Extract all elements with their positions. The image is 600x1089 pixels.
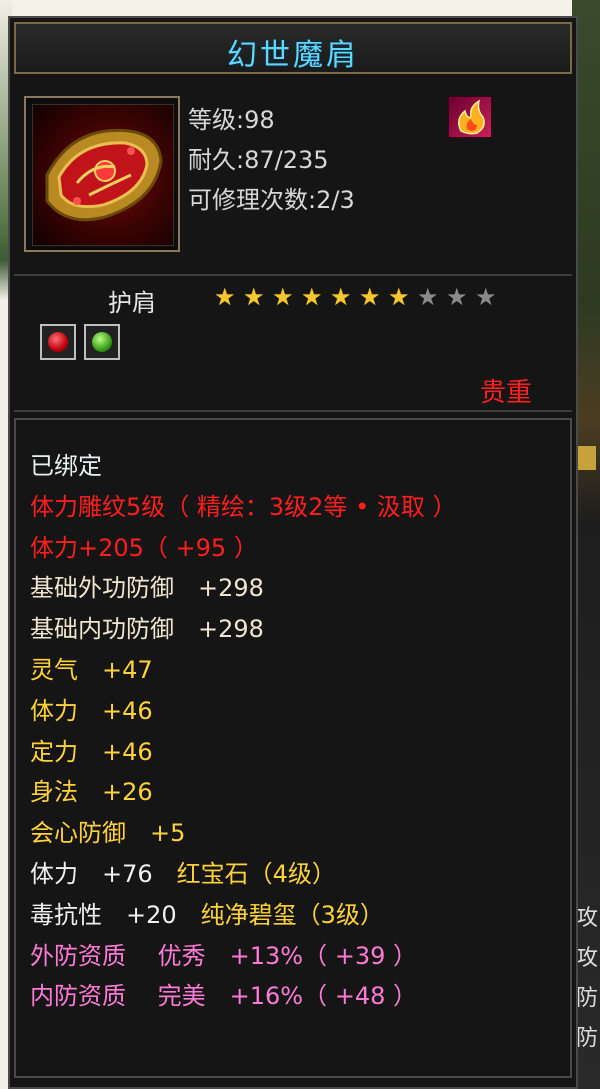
attribute-line: 基础外功防御 +298	[30, 568, 264, 603]
item-icon-frame	[24, 96, 180, 252]
title-bar: 幻世魔肩	[14, 22, 572, 74]
background-char: 攻	[576, 906, 599, 931]
attribute-text: 身法 +26	[30, 778, 153, 807]
star-empty-icon: ★	[417, 283, 439, 311]
flame-emblem-icon	[448, 96, 492, 138]
shoulder-armor-icon	[32, 104, 174, 246]
attribute-text: 体力雕纹5级（ 精绘：3级2等 • 汲取 ）	[30, 492, 457, 521]
attribute-line: 毒抗性 +20 纯净碧玺（3级）	[30, 895, 384, 930]
item-repair-count: 可修理次数:2/3	[188, 186, 355, 214]
item-type-label: 护肩	[108, 289, 156, 317]
star-filled-icon: ★	[243, 283, 265, 311]
attribute-text: 会心防御 +5	[30, 819, 186, 848]
attribute-text: 灵气 +47	[30, 656, 153, 684]
gem-name-text: 红宝石（4级）	[176, 860, 336, 888]
attribute-line: 外防资质 优秀 +13%（ +39 ）	[30, 936, 417, 971]
background-gold-strip	[578, 446, 596, 470]
gem-name-text: 纯净碧玺（3级）	[200, 900, 384, 929]
star-filled-icon: ★	[359, 283, 381, 311]
star-filled-icon: ★	[330, 283, 352, 311]
rarity-label: 贵重	[480, 378, 533, 408]
attribute-line: 体力雕纹5级（ 精绘：3级2等 • 汲取 ）	[30, 487, 456, 522]
attribute-line: 内防资质 完美 +16%（ +48 ）	[30, 976, 417, 1011]
attribute-text: 基础外功防御 +298	[30, 574, 264, 603]
attribute-line: 已绑定	[30, 446, 102, 481]
star-empty-icon: ★	[475, 283, 497, 311]
attribute-text: 定力 +46	[30, 737, 153, 766]
star-filled-icon: ★	[388, 283, 410, 311]
background-char: 防	[576, 1026, 599, 1051]
attribute-text: 体力+205（ +95 ）	[30, 533, 258, 562]
attribute-line: 会心防御 +5	[30, 813, 185, 848]
red-gem-icon	[48, 332, 68, 352]
attribute-text: 外防资质 优秀 +13%（ +39 ）	[30, 941, 417, 970]
item-title: 幻世魔肩	[227, 38, 359, 73]
attribute-text: 已绑定	[30, 452, 102, 480]
attribute-line: 体力+205（ +95 ）	[30, 528, 258, 563]
background-char: 防	[576, 986, 599, 1011]
background-char: 攻	[576, 946, 599, 971]
attribute-text: 内防资质 完美 +16%（ +48 ）	[30, 982, 417, 1011]
star-filled-icon: ★	[272, 283, 294, 311]
attribute-line: 灵气 +47	[30, 650, 153, 685]
attribute-text: 基础内功防御 +298	[30, 615, 264, 644]
attribute-text: 体力 +46	[30, 696, 153, 725]
attribute-line: 基础内功防御 +298	[30, 609, 264, 644]
attribute-line: 身法 +26	[30, 772, 153, 807]
gem-slot	[84, 324, 120, 360]
star-filled-icon: ★	[214, 283, 236, 311]
gem-slot	[40, 324, 76, 360]
divider	[14, 410, 572, 412]
star-filled-icon: ★	[301, 283, 323, 311]
item-durability: 耐久:87/235	[188, 146, 329, 174]
attribute-line: 体力 +76 红宝石（4级）	[30, 854, 336, 889]
attribute-text: 体力 +76	[30, 860, 177, 888]
divider	[14, 274, 572, 276]
attribute-line: 定力 +46	[30, 732, 153, 767]
green-gem-icon	[92, 332, 112, 352]
item-level: 等级:98	[188, 106, 275, 134]
attribute-line: 体力 +46	[30, 691, 153, 726]
attribute-text: 毒抗性 +20	[30, 900, 201, 929]
star-empty-icon: ★	[446, 283, 468, 311]
